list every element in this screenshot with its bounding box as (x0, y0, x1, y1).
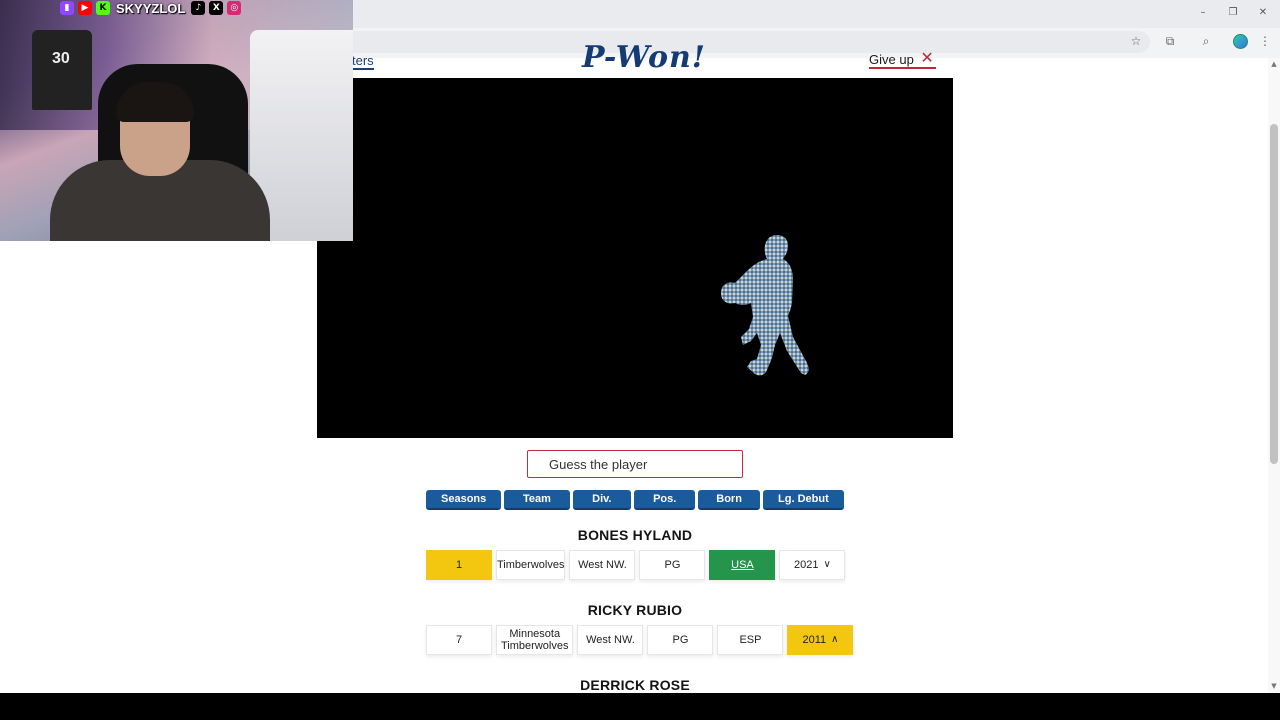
streamer-webcam: 30 ▮ ▶ K SKYYZLOL ♪ X ◎ (0, 0, 353, 241)
minimize-icon[interactable]: – (1196, 6, 1210, 20)
column-team: Team (504, 490, 570, 510)
scroll-up-icon[interactable]: ▲ (1270, 60, 1278, 68)
column-born: Born (698, 490, 760, 510)
youtube-icon: ▶ (78, 1, 92, 15)
page-scrollbar[interactable]: ▲ ▼ (1268, 58, 1280, 693)
column-position: Pos. (634, 490, 696, 510)
kick-icon: K (96, 1, 110, 15)
scroll-down-icon[interactable]: ▼ (1270, 682, 1278, 690)
profile-avatar-icon[interactable] (1233, 34, 1248, 49)
player-silhouette-icon (721, 235, 809, 376)
close-x-icon: ✕ (920, 48, 934, 67)
give-up-button[interactable]: Give up ✕ (869, 48, 936, 69)
chevron-up-icon: ∧ (831, 634, 839, 645)
team-cell: Minnesota Timberwolves (496, 625, 574, 655)
bookmark-star-icon[interactable]: ☆ (1128, 33, 1144, 49)
nav-link-filters[interactable]: ters (352, 54, 374, 70)
debut-value: 2021 (794, 559, 819, 571)
guess-player-name: RICKY RUBIO (587, 602, 683, 618)
column-division: Div. (572, 490, 632, 510)
division-cell: West NW. (577, 625, 644, 655)
chevron-down-icon: ∨ (823, 559, 831, 570)
restore-icon[interactable]: ❐ (1226, 6, 1240, 20)
born-cell: ESP (717, 625, 784, 655)
x-icon: X (209, 1, 224, 15)
browser-menu-icon[interactable]: ⋮ (1257, 33, 1273, 49)
twitch-icon: ▮ (60, 1, 74, 15)
streamer-handle: SKYYZLOL (116, 0, 186, 16)
search-tab-icon[interactable]: ⌕ (1198, 33, 1214, 49)
jersey-number: 30 (52, 50, 70, 67)
screen: – ❐ ✕ ☆ ⧉ ⌕ ⋮ ters P-Won! Give up ✕ Seas… (0, 0, 1280, 720)
give-up-label: Give up (869, 52, 914, 67)
debut-cell: 2011 ∧ (787, 625, 854, 655)
column-seasons: Seasons (426, 490, 502, 510)
debut-value: 2011 (802, 634, 827, 646)
debut-cell: 2021 ∨ (779, 550, 846, 580)
social-banner: ▮ ▶ K SKYYZLOL ♪ X ◎ (0, 0, 242, 16)
guess-row: 7 Minnesota Timberwolves West NW. PG ESP… (426, 625, 854, 655)
bottom-black-bar (0, 693, 1280, 720)
born-cell: USA (709, 550, 776, 580)
guess-player-name: BONES HYLAND (577, 527, 693, 543)
seasons-cell: 7 (426, 625, 492, 655)
address-bar[interactable] (300, 31, 1150, 53)
scrollbar-thumb[interactable] (1270, 124, 1278, 464)
close-window-icon[interactable]: ✕ (1256, 6, 1270, 20)
seasons-cell: 1 (426, 550, 492, 580)
column-league-debut: Lg. Debut (762, 490, 844, 510)
guess-row: 1 Timberwolves West NW. PG USA 2021 ∨ (426, 550, 846, 580)
silhouette-stage (317, 78, 953, 438)
guess-player-input[interactable] (527, 450, 743, 478)
extensions-icon[interactable]: ⧉ (1162, 33, 1178, 49)
team-cell: Timberwolves (496, 550, 566, 580)
tiktok-icon: ♪ (191, 1, 206, 15)
position-cell: PG (639, 550, 706, 580)
guess-player-name: DERRICK ROSE (580, 677, 690, 693)
division-cell: West NW. (569, 550, 636, 580)
instagram-icon: ◎ (227, 1, 242, 15)
position-cell: PG (647, 625, 714, 655)
webcam-jersey (32, 30, 92, 110)
attribute-header-row: Seasons Team Div. Pos. Born Lg. Debut (426, 490, 844, 510)
site-logo[interactable]: P-Won! (582, 40, 706, 76)
